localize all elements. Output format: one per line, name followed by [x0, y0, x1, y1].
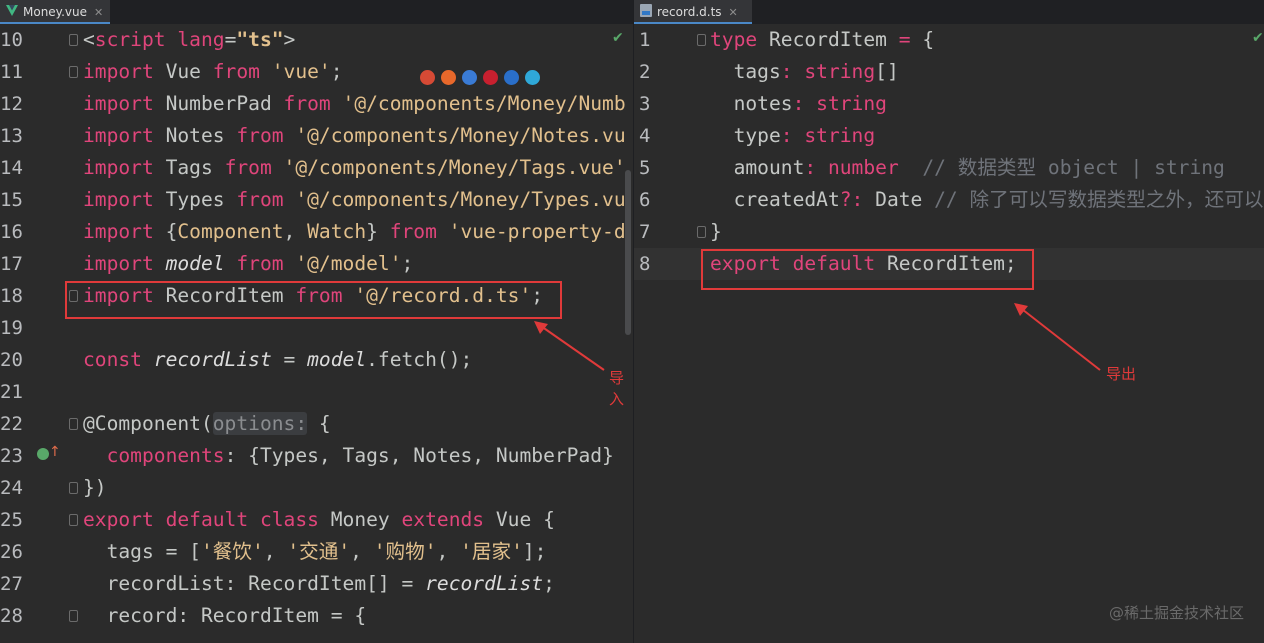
- import-annotation-label: 导入: [609, 369, 625, 408]
- import-arrow-icon: [534, 321, 605, 371]
- fold-icon[interactable]: [69, 482, 78, 494]
- code-line-5[interactable]: amount: number // 数据类型 object | string: [634, 152, 1264, 184]
- fold-icon[interactable]: [697, 34, 706, 46]
- code-line-24[interactable]: }): [0, 472, 633, 504]
- code-line-12[interactable]: import NumberPad from '@/components/Mone…: [0, 88, 633, 120]
- export-arrow-icon: [1014, 303, 1101, 371]
- tab-label: Money.vue: [23, 5, 87, 19]
- code-line-25[interactable]: export default class Money extends Vue {: [0, 504, 633, 536]
- fold-icon[interactable]: [69, 418, 78, 430]
- vue-icon: [6, 5, 18, 19]
- fold-icon[interactable]: [69, 66, 78, 78]
- fold-icon[interactable]: [69, 514, 78, 526]
- fold-icon[interactable]: [69, 610, 78, 622]
- code-line-1[interactable]: type RecordItem = {: [634, 24, 1264, 56]
- line-number: 19: [0, 317, 23, 339]
- line-number: 21: [0, 381, 23, 403]
- right-editor-pane[interactable]: record.d.ts ✕ ✔ 12345678 type RecordItem…: [634, 0, 1264, 643]
- code-line-27[interactable]: recordList: RecordItem[] = recordList;: [0, 568, 633, 600]
- fold-icon[interactable]: [697, 226, 706, 238]
- code-line-4[interactable]: type: string: [634, 120, 1264, 152]
- code-line-3[interactable]: notes: string: [634, 88, 1264, 120]
- code-line-17[interactable]: import model from '@/model';: [0, 248, 633, 280]
- code-line-13[interactable]: import Notes from '@/components/Money/No…: [0, 120, 633, 152]
- code-line-6[interactable]: createdAt?: Date // 除了可以写数据类型之外，还可以: [634, 184, 1264, 216]
- code-line-22[interactable]: @Component(options: {: [0, 408, 633, 440]
- tab-label: record.d.ts: [657, 5, 722, 19]
- right-tab-bar: record.d.ts ✕: [634, 0, 1264, 24]
- export-annotation-label: 导出: [1106, 365, 1137, 383]
- code-line-23[interactable]: ↑ components: {Types, Tags, Notes, Numbe…: [0, 440, 633, 472]
- parameter-hint: options:: [212, 412, 308, 435]
- close-icon[interactable]: ✕: [94, 6, 103, 19]
- implementation-gutter-icon[interactable]: [37, 448, 49, 460]
- code-line-16[interactable]: import {Component, Watch} from 'vue-prop…: [0, 216, 633, 248]
- arrow-up-icon[interactable]: ↑: [49, 444, 61, 460]
- code-line-11[interactable]: import Vue from 'vue';: [0, 56, 633, 88]
- ts-file-icon: [640, 4, 652, 20]
- code-line-2[interactable]: tags: string[]: [634, 56, 1264, 88]
- code-line-14[interactable]: import Tags from '@/components/Money/Tag…: [0, 152, 633, 184]
- tab-record-d-ts[interactable]: record.d.ts ✕: [634, 0, 752, 24]
- code-line-26[interactable]: tags = ['餐饮', '交通', '购物', '居家'];: [0, 536, 633, 568]
- tab-money-vue[interactable]: Money.vue ✕: [0, 0, 110, 24]
- fold-icon[interactable]: [69, 34, 78, 46]
- export-highlight-box: [701, 249, 1034, 290]
- left-tab-bar: Money.vue ✕: [0, 0, 633, 24]
- close-icon[interactable]: ✕: [729, 6, 738, 19]
- code-line-15[interactable]: import Types from '@/components/Money/Ty…: [0, 184, 633, 216]
- code-line-7[interactable]: }: [634, 216, 1264, 248]
- watermark: @稀土掘金技术社区: [1108, 604, 1244, 622]
- code-line-10[interactable]: <script lang="ts">: [0, 24, 633, 56]
- code-line-28[interactable]: record: RecordItem = {: [0, 600, 633, 632]
- import-highlight-box: [65, 281, 562, 319]
- left-editor-pane[interactable]: Money.vue ✕ ✔ 10 11 12 13 14 15 16 17 18 19 20 21 22…: [0, 0, 633, 643]
